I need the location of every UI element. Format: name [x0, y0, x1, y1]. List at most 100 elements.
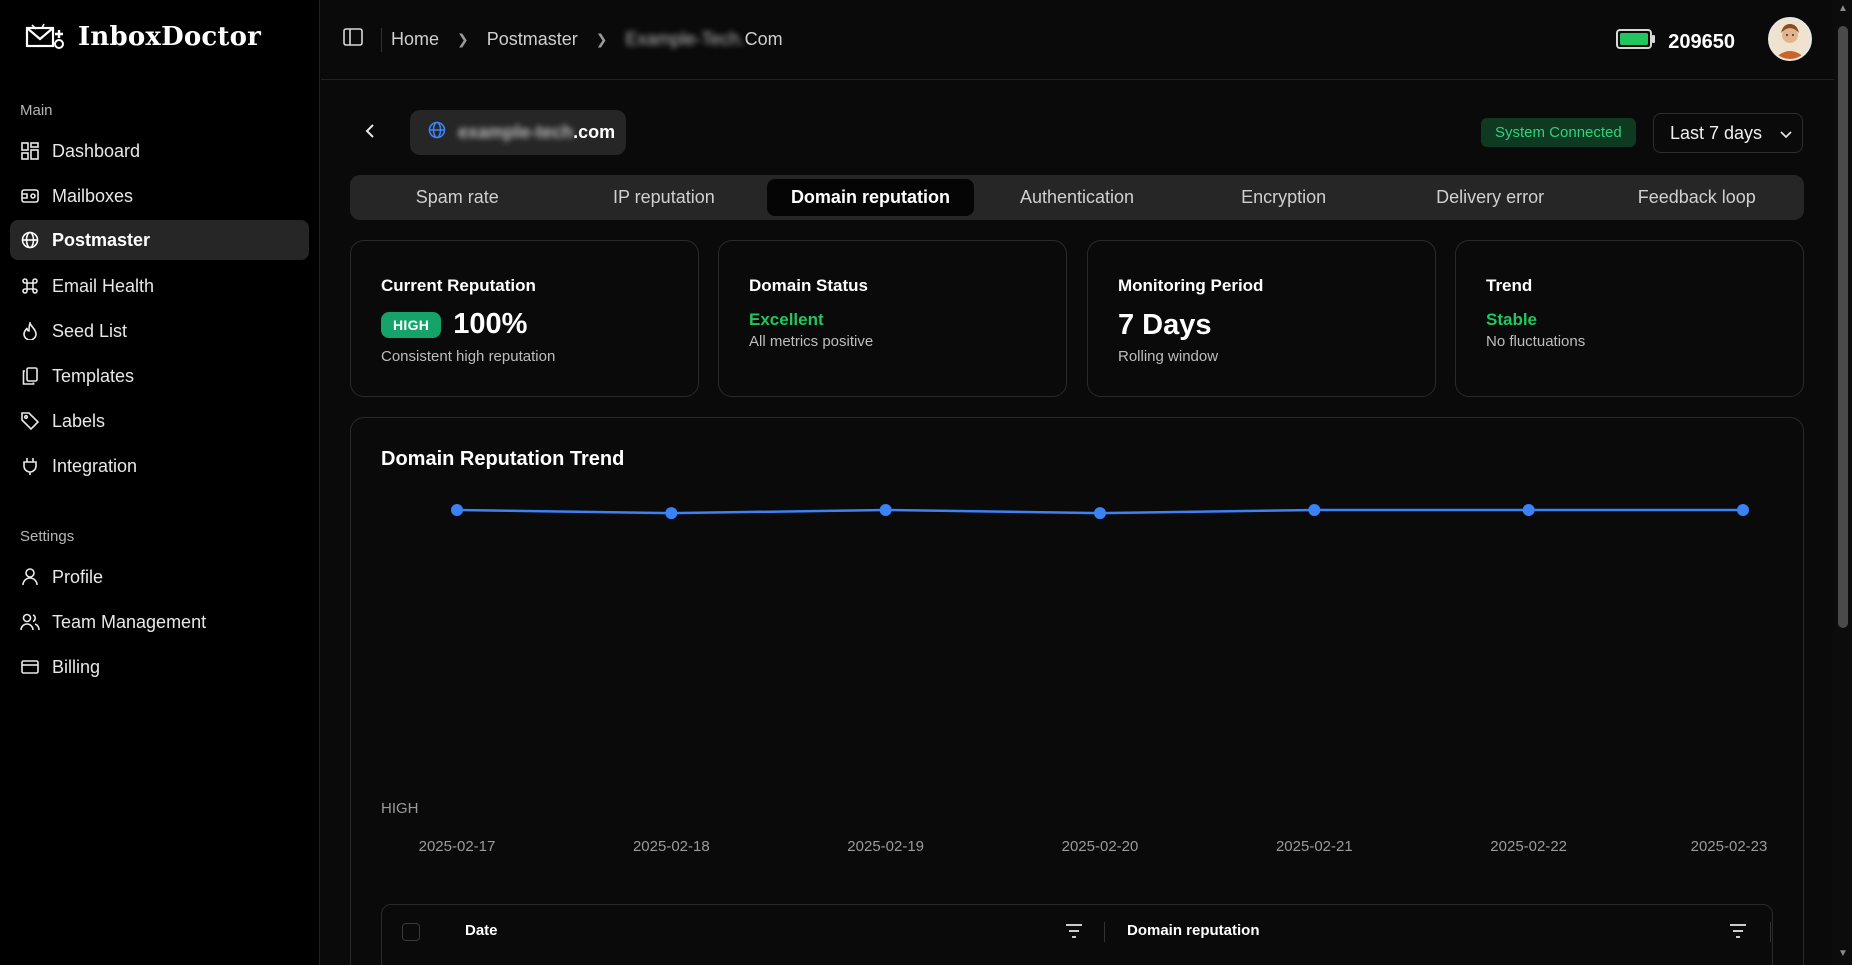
command-icon — [20, 276, 40, 296]
chevron-right-icon: ❯ — [595, 31, 608, 47]
x-tick-label: 2025-02-18 — [633, 838, 710, 855]
breadcrumb-domain-suffix: Com — [744, 29, 783, 49]
card-title: Current Reputation — [381, 276, 536, 295]
tab-authentication[interactable]: Authentication — [974, 179, 1181, 216]
logo-icon — [24, 22, 68, 52]
scroll-down-icon[interactable]: ▼ — [1837, 949, 1849, 959]
breadcrumb-domain-blurred: Example-Tech. — [625, 29, 745, 49]
reputation-value: 100% — [453, 308, 528, 340]
card-subtitle: All metrics positive — [749, 333, 874, 350]
tab-spam-rate[interactable]: Spam rate — [354, 179, 561, 216]
domain-reputation-chart: HIGH 2025-02-17 2025-02-18 2025-02-19 2025-0… — [381, 504, 1768, 855]
domain-name-suffix: .com — [573, 122, 616, 142]
date-range-value: Last 7 days — [1670, 122, 1763, 143]
sidebar-toggle-icon[interactable] — [343, 28, 365, 50]
x-tick-label: 2025-02-22 — [1490, 838, 1567, 855]
sidebar-item-label: Integration — [52, 455, 138, 476]
breadcrumb-home[interactable]: Home — [391, 29, 439, 50]
reputation-row: HIGH 100% — [381, 308, 527, 341]
sidebar-item-label: Labels — [52, 410, 106, 431]
card-domain-status: Domain Status Excellent All metrics posi… — [718, 240, 1067, 397]
tab-feedback-loop[interactable]: Feedback loop — [1593, 179, 1800, 216]
tab-delivery-error[interactable]: Delivery error — [1387, 179, 1594, 216]
select-all-checkbox[interactable] — [402, 923, 420, 941]
card-monitoring-period: Monitoring Period 7 Days Rolling window — [1087, 240, 1436, 397]
sidebar-item-labels[interactable]: Labels — [10, 401, 309, 441]
sidebar-item-profile[interactable]: Profile — [10, 557, 309, 597]
tab-bar: Spam rate IP reputation Domain reputatio… — [350, 175, 1804, 220]
mailbox-icon — [20, 186, 40, 206]
data-point[interactable] — [1522, 504, 1535, 516]
domain-name: example-tech.com — [458, 122, 615, 143]
sidebar-item-label: Seed List — [52, 320, 128, 341]
user-icon — [20, 567, 40, 587]
sidebar-item-team-management[interactable]: Team Management — [10, 602, 309, 642]
avatar[interactable] — [1768, 17, 1812, 61]
card-current-reputation: Current Reputation HIGH 100% Consistent … — [350, 240, 699, 397]
domain-pill: example-tech.com — [410, 110, 626, 155]
breadcrumb: Home ❯ Postmaster ❯ Example-Tech.Com — [391, 29, 783, 50]
x-tick-label: 2025-02-21 — [1276, 838, 1353, 855]
x-tick-label: 2025-02-23 — [1691, 838, 1768, 855]
sidebar-item-billing[interactable]: Billing — [10, 647, 309, 687]
column-header-date[interactable]: Date — [465, 922, 498, 939]
brand-name: InboxDoctor — [78, 22, 262, 52]
page-scrollbar[interactable]: ▲ ▼ — [1834, 0, 1852, 965]
card-title: Trend — [1486, 276, 1533, 295]
back-button[interactable] — [352, 118, 388, 148]
data-point[interactable] — [665, 507, 678, 520]
filter-icon[interactable] — [1065, 923, 1083, 944]
tab-domain-reputation[interactable]: Domain reputation — [767, 179, 974, 216]
data-point[interactable] — [1094, 507, 1106, 520]
sidebar-item-label: Mailboxes — [52, 185, 134, 206]
users-icon — [20, 612, 40, 632]
sidebar-item-label: Dashboard — [52, 140, 141, 161]
domain-name-blurred: example-tech — [458, 122, 574, 142]
card-subtitle: No fluctuations — [1486, 333, 1586, 350]
column-header-domain-reputation[interactable]: Domain reputation — [1127, 922, 1260, 939]
filter-icon[interactable] — [1729, 923, 1747, 944]
credits-display: 209650 — [1616, 28, 1735, 56]
breadcrumb-postmaster[interactable]: Postmaster — [487, 29, 578, 50]
flame-icon — [20, 321, 40, 341]
brand[interactable]: InboxDoctor — [24, 22, 261, 52]
card-subtitle: Rolling window — [1118, 348, 1219, 365]
credits-value: 209650 — [1668, 30, 1735, 53]
scroll-up-icon[interactable]: ▲ — [1837, 4, 1849, 14]
tab-ip-reputation[interactable]: IP reputation — [561, 179, 768, 216]
sidebar-item-dashboard[interactable]: Dashboard — [10, 131, 309, 171]
section-label-main: Main — [20, 102, 53, 119]
top-header: Home ❯ Postmaster ❯ Example-Tech.Com 209… — [321, 0, 1834, 80]
sidebar-item-label: Team Management — [52, 611, 207, 632]
sidebar-item-integration[interactable]: Integration — [10, 446, 309, 486]
sidebar-item-label: Postmaster — [52, 229, 151, 250]
sidebar-item-label: Templates — [52, 365, 135, 386]
dashboard-icon — [20, 141, 40, 161]
sidebar-item-mailboxes[interactable]: Mailboxes — [10, 176, 309, 216]
sidebar-item-postmaster[interactable]: Postmaster — [10, 220, 309, 260]
y-tick-label: HIGH — [381, 800, 419, 817]
monitoring-period-value: 7 Days — [1118, 309, 1212, 341]
section-label-settings: Settings — [20, 528, 75, 545]
data-point[interactable] — [1308, 504, 1321, 516]
sidebar-item-seed-list[interactable]: Seed List — [10, 311, 309, 351]
globe-icon — [20, 230, 40, 250]
sidebar-item-email-health[interactable]: Email Health — [10, 266, 309, 306]
reputation-badge: HIGH — [381, 311, 442, 338]
date-range-select[interactable]: Last 7 days — [1653, 113, 1803, 153]
chevron-down-icon — [1780, 123, 1792, 144]
data-point[interactable] — [879, 504, 892, 516]
battery-icon — [1616, 28, 1656, 56]
data-point[interactable] — [451, 504, 463, 516]
domain-status-value: Excellent — [749, 310, 824, 329]
sidebar-item-templates[interactable]: Templates — [10, 356, 309, 396]
sidebar-item-label: Email Health — [52, 275, 155, 296]
scroll-thumb[interactable] — [1838, 26, 1848, 628]
tab-encryption[interactable]: Encryption — [1180, 179, 1387, 216]
card-subtitle: Consistent high reputation — [381, 348, 556, 365]
header-divider — [381, 28, 382, 52]
reputation-table: Date Domain reputation — [381, 904, 1773, 965]
data-point[interactable] — [1737, 504, 1749, 516]
chevron-left-icon — [365, 123, 375, 144]
x-tick-label: 2025-02-20 — [1062, 838, 1139, 855]
